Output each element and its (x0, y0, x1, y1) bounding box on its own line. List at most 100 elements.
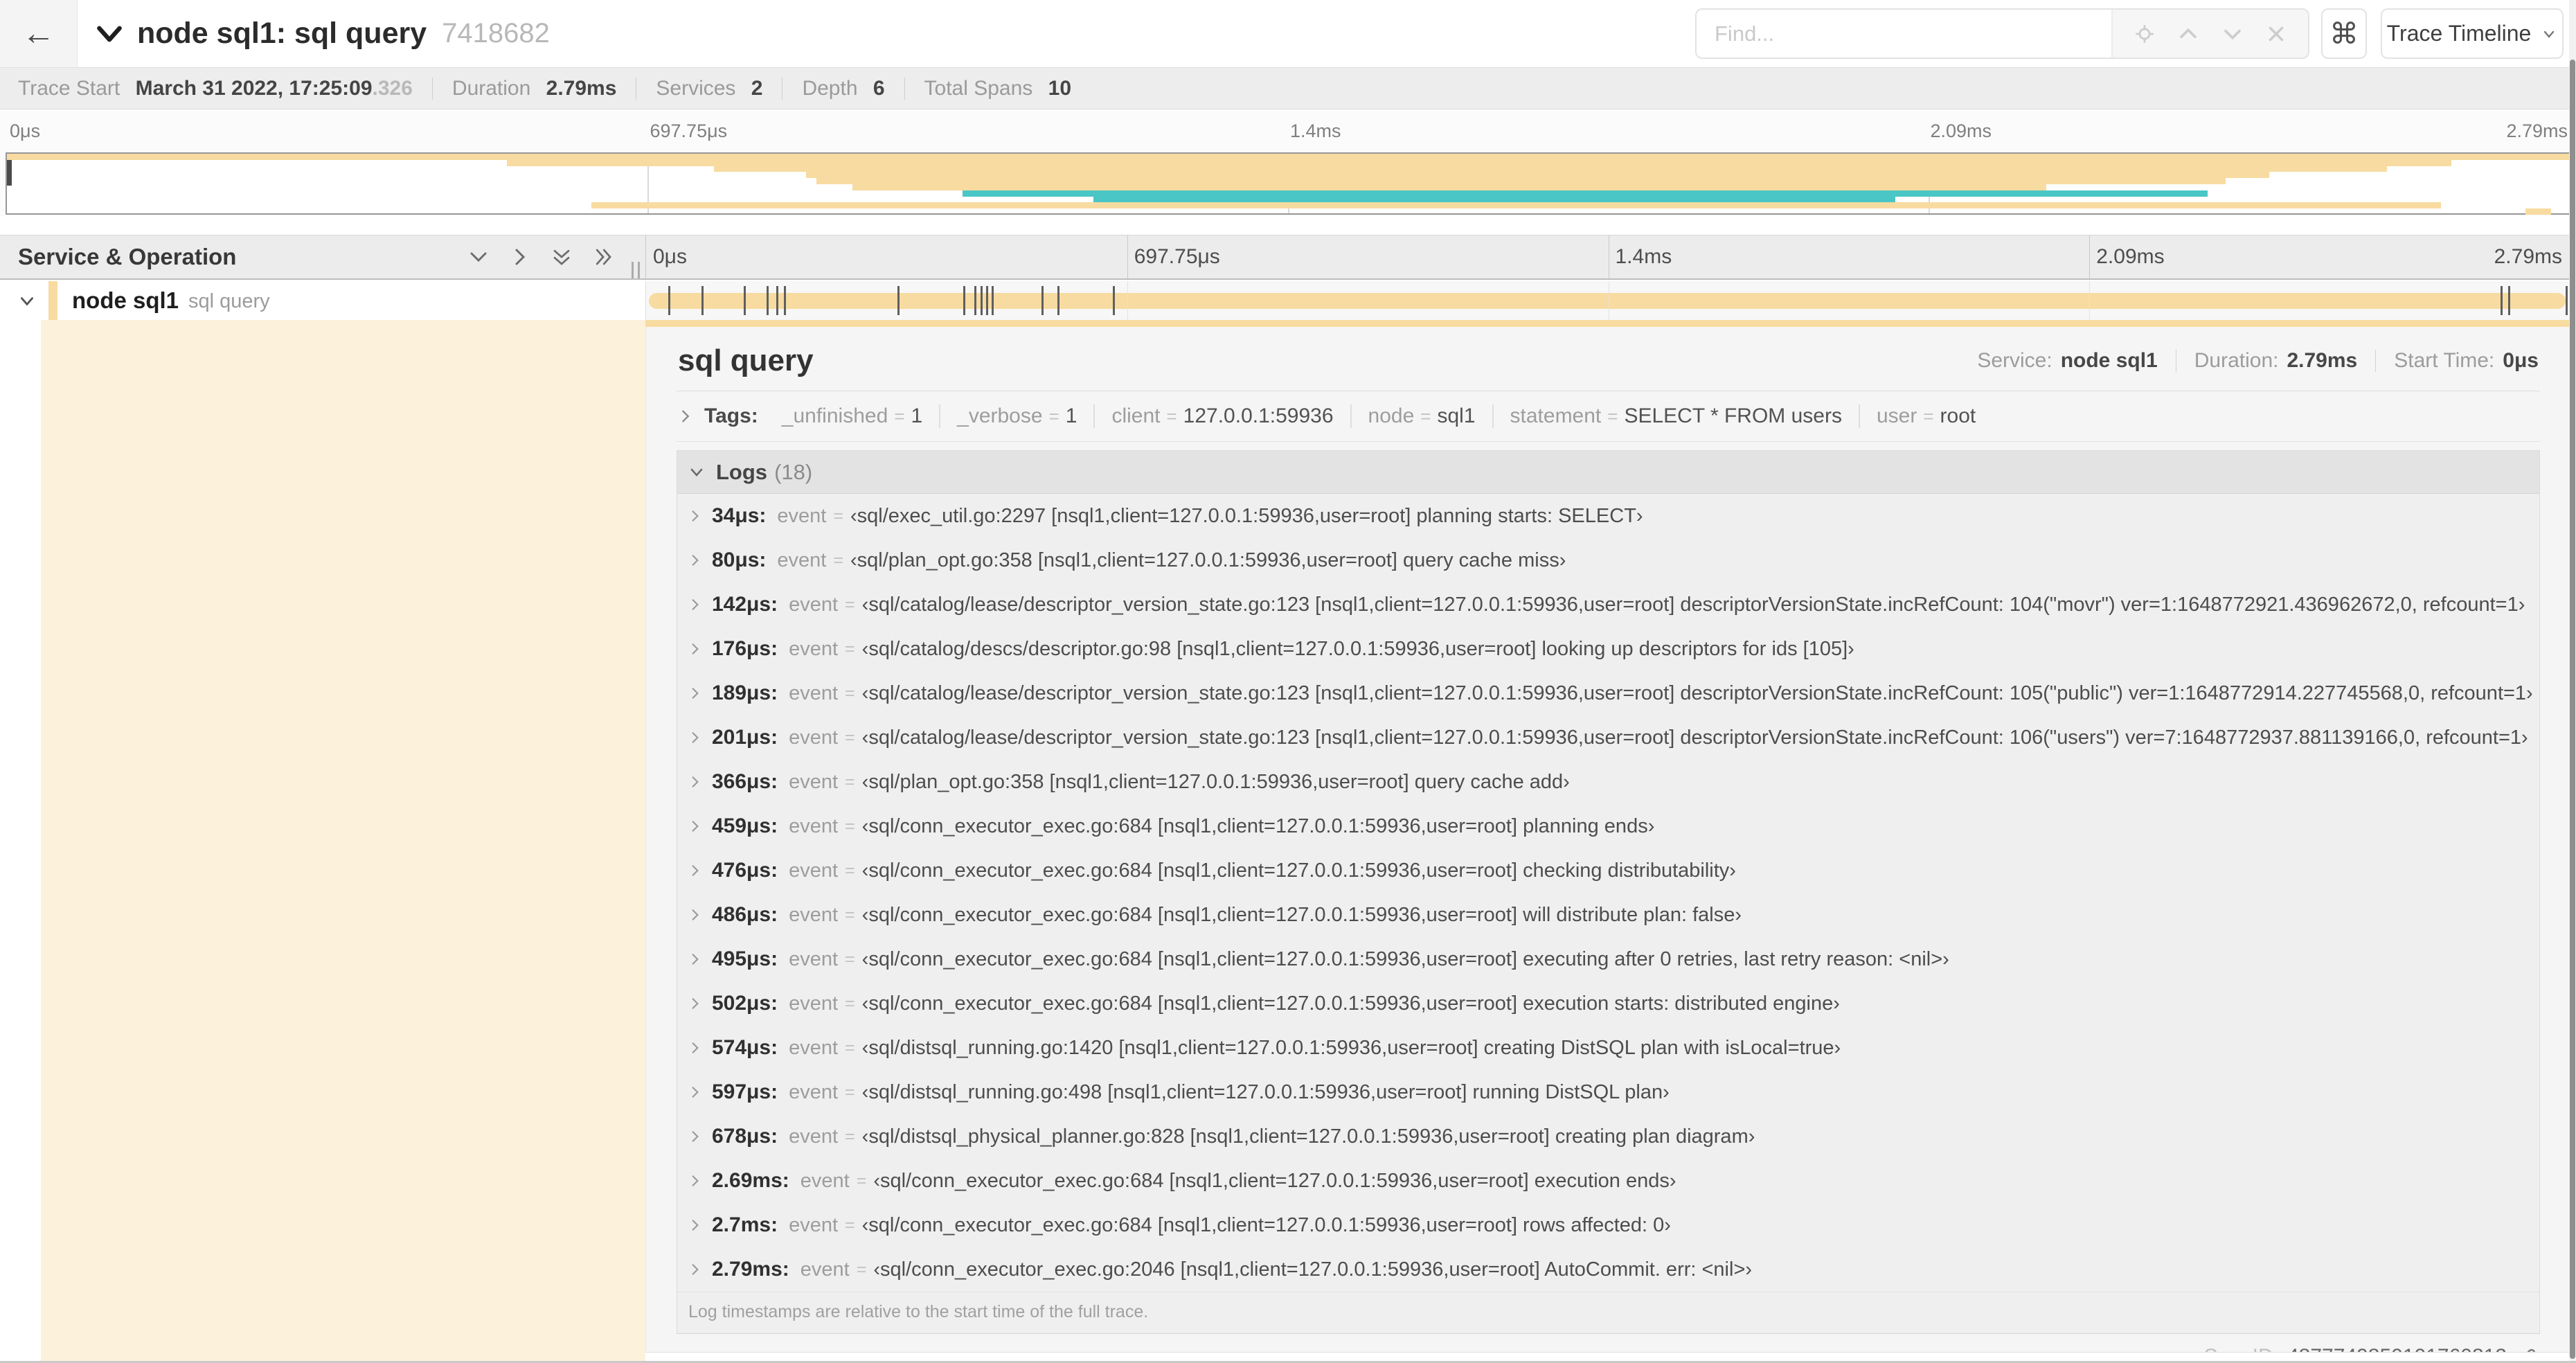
tag-pill[interactable]: node = sql1 (1350, 404, 1492, 428)
log-chevron-right-icon[interactable] (688, 642, 702, 656)
log-chevron-right-icon[interactable] (688, 509, 702, 523)
log-marker-tick[interactable] (743, 286, 746, 315)
log-marker-tick[interactable] (985, 286, 988, 315)
log-field-equals: = (856, 1259, 867, 1279)
log-chevron-right-icon[interactable] (688, 1041, 702, 1055)
log-marker-tick[interactable] (2566, 286, 2568, 315)
log-chevron-right-icon[interactable] (688, 553, 702, 567)
log-marker-tick[interactable] (776, 286, 778, 315)
log-entry-row[interactable]: 34μs: event = ‹sql/exec_util.go:2297 [nsql1… (677, 494, 2539, 538)
tag-pill[interactable]: user = root (1858, 404, 1992, 428)
log-timestamp: 678μs: (712, 1125, 778, 1148)
log-chevron-right-icon[interactable] (688, 997, 702, 1010)
log-entry-row[interactable]: 502μs: event = ‹sql/conn_executor_exec.go:6… (677, 981, 2539, 1026)
timeline-minimap: 0μs 697.75μs 1.4ms 2.09ms 2.79ms (0, 109, 2576, 216)
log-chevron-right-icon[interactable] (688, 952, 702, 966)
log-marker-tick[interactable] (2500, 286, 2503, 315)
tag-pill[interactable]: _verbose = 1 (939, 404, 1093, 428)
log-chevron-right-icon[interactable] (688, 1085, 702, 1099)
trace-title-chevron-down-icon[interactable] (94, 19, 125, 49)
find-clear-x-icon[interactable] (2264, 22, 2288, 46)
meta-value: 0μs (2503, 349, 2539, 372)
log-entry-row[interactable]: 486μs: event = ‹sql/conn_executor_exec.go:6… (677, 893, 2539, 937)
log-entry-row[interactable]: 459μs: event = ‹sql/conn_executor_exec.go:6… (677, 804, 2539, 848)
log-marker-tick[interactable] (897, 286, 900, 315)
log-entry-row[interactable]: 2.69ms: event = ‹sql/conn_executor_exec.go:… (677, 1159, 2539, 1203)
log-entry-row[interactable]: 142μs: event = ‹sql/catalog/lease/descripto… (677, 582, 2539, 627)
log-marker-tick[interactable] (2508, 286, 2511, 315)
span-children-chevron-down-icon[interactable] (18, 292, 36, 310)
log-entry-row[interactable]: 366μs: event = ‹sql/plan_opt.go:358 [nsql1,… (677, 760, 2539, 804)
log-entry-row[interactable]: 476μs: event = ‹sql/conn_executor_exec.go:6… (677, 848, 2539, 893)
find-next-chevron-down-icon[interactable] (2221, 22, 2244, 46)
keyboard-shortcuts-button[interactable]: ⌘ (2321, 8, 2367, 59)
log-marker-tick[interactable] (1057, 286, 1059, 315)
log-entry-row[interactable]: 176μs: event = ‹sql/catalog/descs/descripto… (677, 627, 2539, 671)
column-resize-handle[interactable] (632, 262, 640, 278)
log-chevron-right-icon[interactable] (688, 598, 702, 612)
trace-summary-bar: Trace Start March 31 2022, 17:25:09.326 D… (0, 68, 2576, 109)
log-marker-tick[interactable] (767, 286, 769, 315)
log-marker-tick[interactable] (668, 286, 671, 315)
find-input[interactable] (1697, 10, 2111, 57)
log-marker-tick[interactable] (992, 286, 994, 315)
span-id-label: SpanID: (2204, 1345, 2279, 1352)
log-chevron-right-icon[interactable] (688, 908, 702, 922)
log-field-equals: = (845, 816, 855, 836)
focus-target-icon[interactable] (2133, 22, 2156, 46)
tag-pill[interactable]: _unfinished = 1 (765, 404, 939, 428)
find-prev-chevron-up-icon[interactable] (2176, 22, 2200, 46)
collapse-one-chevron-down-icon[interactable] (468, 247, 489, 267)
deep-link-icon[interactable] (2518, 1347, 2537, 1352)
log-entry-row[interactable]: 80μs: event = ‹sql/plan_opt.go:358 [nsql1,c… (677, 538, 2539, 582)
trace-view-selector[interactable]: Trace Timeline (2381, 8, 2564, 59)
log-entry-row[interactable]: 2.7ms: event = ‹sql/conn_executor_exec.go:6… (677, 1203, 2539, 1247)
log-marker-tick[interactable] (784, 286, 787, 315)
tag-pill[interactable]: client = 127.0.0.1:59936 (1093, 404, 1350, 428)
log-chevron-right-icon[interactable] (688, 819, 702, 833)
ruler-gridline (1127, 235, 1128, 278)
back-button[interactable]: ← (0, 0, 78, 67)
log-entry-row[interactable]: 189μs: event = ‹sql/catalog/lease/descripto… (677, 671, 2539, 715)
log-timestamp: 142μs: (712, 593, 778, 616)
span-bar-cell[interactable] (645, 281, 2570, 320)
log-marker-tick[interactable] (1041, 286, 1044, 315)
log-field-key: event (789, 903, 839, 926)
log-entry-row[interactable]: 597μs: event = ‹sql/distsql_running.go:498 … (677, 1070, 2539, 1114)
vertical-scrollbar[interactable] (2569, 0, 2576, 1363)
log-chevron-right-icon[interactable] (688, 1174, 702, 1188)
log-entry-row[interactable]: 495μs: event = ‹sql/conn_executor_exec.go:6… (677, 937, 2539, 981)
log-marker-tick[interactable] (980, 286, 983, 315)
log-chevron-right-icon[interactable] (688, 731, 702, 745)
log-marker-tick[interactable] (701, 286, 704, 315)
log-chevron-right-icon[interactable] (688, 775, 702, 789)
log-marker-tick[interactable] (974, 286, 977, 315)
log-chevron-right-icon[interactable] (688, 864, 702, 878)
span-duration-bar[interactable] (649, 293, 2566, 309)
logs-title: Logs (716, 459, 768, 484)
scrollbar-thumb[interactable] (2570, 60, 2575, 1359)
span-name-cell[interactable]: node sql1 sql query (0, 281, 645, 320)
tags-chevron-right-icon[interactable] (678, 409, 693, 424)
tag-pill[interactable]: statement = SELECT * FROM users (1492, 404, 1859, 428)
minimap-canvas[interactable] (6, 152, 2570, 215)
log-field-key: event (789, 814, 839, 837)
log-marker-tick[interactable] (1113, 286, 1116, 315)
log-entry-row[interactable]: 574μs: event = ‹sql/distsql_running.go:1420… (677, 1026, 2539, 1070)
log-field-equals: = (845, 1037, 855, 1058)
expand-one-chevron-right-icon[interactable] (510, 247, 530, 267)
log-chevron-right-icon[interactable] (688, 686, 702, 700)
log-chevron-right-icon[interactable] (688, 1263, 702, 1276)
log-chevron-right-icon[interactable] (688, 1218, 702, 1232)
collapse-all-double-chevron-down-icon[interactable] (551, 247, 572, 267)
log-marker-tick[interactable] (963, 286, 965, 315)
log-entry-row[interactable]: 201μs: event = ‹sql/catalog/lease/descripto… (677, 715, 2539, 760)
span-row[interactable]: node sql1 sql query (0, 281, 2576, 320)
tags-section[interactable]: Tags: _unfinished = 1 _verbose = 1 client = 127.… (677, 391, 2540, 442)
log-chevron-right-icon[interactable] (688, 1130, 702, 1143)
log-entry-row[interactable]: 678μs: event = ‹sql/distsql_physical_planne… (677, 1114, 2539, 1159)
logs-header[interactable]: Logs (18) (677, 451, 2539, 494)
expand-all-double-chevron-right-icon[interactable] (593, 247, 614, 267)
span-detail-header: sql query Service: node sql1 Duration: 2.79… (677, 327, 2540, 391)
log-entry-row[interactable]: 2.79ms: event = ‹sql/conn_executor_exec.go:… (677, 1247, 2539, 1292)
